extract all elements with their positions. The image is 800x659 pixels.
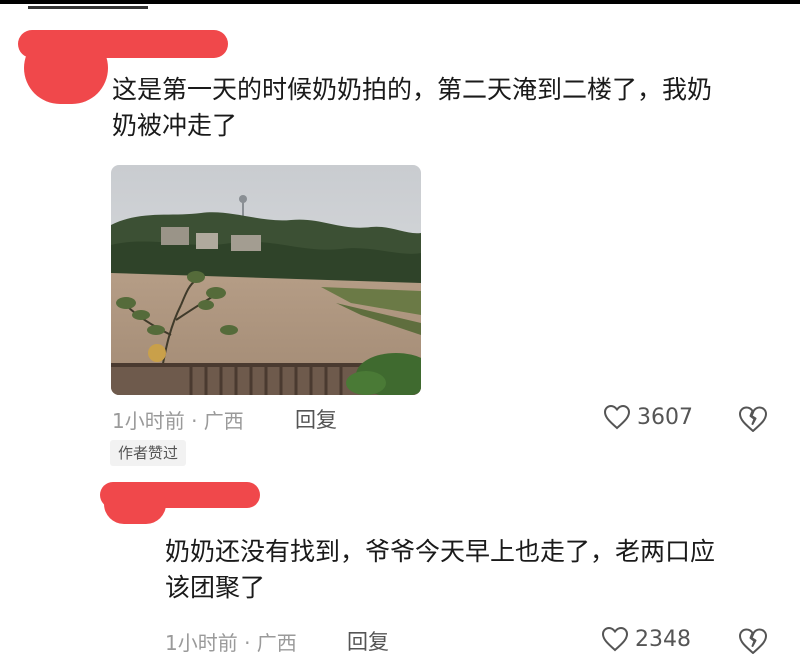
heart-outline-icon xyxy=(603,404,631,430)
comment-1-time-location: 1小时前 · 广西 xyxy=(112,409,244,433)
heart-outline-icon xyxy=(601,626,629,652)
author-liked-badge: 作者赞过 xyxy=(110,440,187,466)
flood-photo-image xyxy=(111,165,421,395)
comment-photo-flood[interactable] xyxy=(111,165,421,395)
reply-button-1[interactable]: 回复 xyxy=(295,404,337,434)
like-button-1[interactable]: 3607 xyxy=(603,404,693,430)
top-border xyxy=(0,0,800,4)
redacted-avatar-2 xyxy=(104,484,166,524)
redacted-avatar-1 xyxy=(24,32,108,104)
comment-text-2: 奶奶还没有找到，爷爷今天早上也走了，老两口应 该团聚了 xyxy=(165,537,716,602)
comment-text-1: 这是第一天的时候奶奶拍的，第二天淹到二楼了，我奶 奶被冲走了 xyxy=(112,75,713,140)
like-button-2[interactable]: 2348 xyxy=(601,626,691,652)
broken-heart-icon xyxy=(739,628,767,654)
like-count-1: 3607 xyxy=(637,404,693,430)
like-count-2: 2348 xyxy=(635,626,691,652)
top-indicator-line xyxy=(28,6,148,9)
dislike-button-1[interactable] xyxy=(738,405,768,437)
dislike-button-2[interactable] xyxy=(738,627,768,659)
broken-heart-icon xyxy=(739,406,767,432)
